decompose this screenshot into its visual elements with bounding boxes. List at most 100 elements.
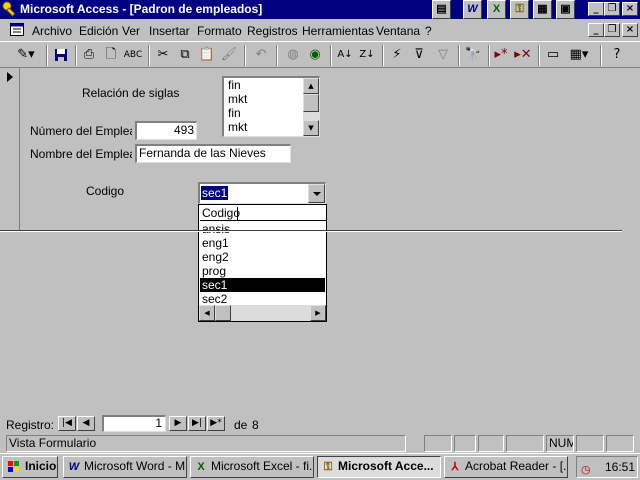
web-toolbar-icon[interactable]: ◉ bbox=[304, 45, 326, 66]
spelling-icon[interactable]: ABC bbox=[122, 45, 144, 66]
start-button[interactable]: Inicio bbox=[2, 456, 58, 478]
insert-hyperlink-icon[interactable]: ◍ bbox=[282, 45, 304, 66]
save-icon[interactable] bbox=[50, 45, 72, 66]
status-panel bbox=[478, 435, 504, 452]
help-icon[interactable]: ? bbox=[606, 45, 628, 66]
nombre-field[interactable]: Fernanda de las Nieves bbox=[135, 144, 291, 163]
word-quick-icon[interactable]: W bbox=[463, 0, 482, 19]
record-selector[interactable] bbox=[2, 68, 20, 230]
restore-button[interactable]: ❐ bbox=[604, 2, 620, 16]
title-bar[interactable]: Microsoft Access - [Padron de empleados]… bbox=[0, 0, 640, 19]
codigo-dropdown-list[interactable]: Codigo ansis eng1 eng2 prog sec1 sec2 ◀ … bbox=[198, 204, 327, 322]
task-excel[interactable]: X Microsoft Excel - fi... bbox=[190, 456, 314, 478]
scroll-thumb[interactable] bbox=[303, 94, 319, 112]
format-painter-icon[interactable]: 🖌 bbox=[218, 45, 240, 66]
excel-icon: X bbox=[197, 461, 205, 473]
scroll-thumb[interactable] bbox=[215, 305, 231, 321]
status-panel bbox=[606, 435, 634, 452]
cut-icon[interactable]: ✂ bbox=[152, 45, 174, 66]
menu-herramientas[interactable]: Herramientas bbox=[302, 24, 374, 38]
minimize-button[interactable]: _ bbox=[588, 2, 604, 16]
dropdown-option[interactable]: ansis bbox=[200, 222, 325, 236]
database-window-icon[interactable]: ▭ bbox=[542, 45, 564, 66]
binder-quick-icon[interactable]: ▦ bbox=[533, 0, 552, 19]
menu-ventana[interactable]: Ventana bbox=[376, 24, 420, 38]
print-icon[interactable]: ⎙ bbox=[78, 45, 100, 66]
word-icon: W bbox=[68, 461, 80, 473]
schedule-quick-icon[interactable]: ▣ bbox=[556, 0, 575, 19]
task-acrobat[interactable]: ⅄ Acrobat Reader - [... bbox=[444, 456, 568, 478]
filter-by-form-icon[interactable]: ⊽ bbox=[408, 45, 430, 66]
notepad-quick-icon[interactable]: ▤ bbox=[432, 0, 451, 19]
filter-by-selection-icon[interactable]: ⚡ bbox=[386, 45, 408, 66]
dropdown-option-selected[interactable]: sec1 bbox=[200, 278, 325, 292]
apply-filter-icon[interactable]: ▽ bbox=[432, 45, 454, 66]
next-record-button[interactable]: ▶ bbox=[169, 416, 187, 431]
delete-record-icon[interactable]: ▸✕ bbox=[512, 45, 534, 66]
form-document-icon[interactable] bbox=[10, 23, 24, 36]
new-object-icon[interactable]: ▦▾ bbox=[564, 45, 594, 66]
menu-formato[interactable]: Formato bbox=[197, 24, 242, 38]
doc-close-button[interactable]: × bbox=[622, 23, 638, 37]
record-number-field[interactable]: 1 bbox=[102, 415, 166, 432]
sort-ascending-icon[interactable]: A↓ bbox=[334, 45, 356, 66]
acrobat-icon: ⅄ bbox=[451, 461, 459, 473]
toolbar: ✎▾ ⎙ 🗋 ABC ✂ ⧉ 📋 🖌 ↶ ◍ ◉ A↓ Z↓ ⚡ ⊽ ▽ 🔭 ▸… bbox=[0, 41, 640, 68]
undo-icon[interactable]: ↶ bbox=[250, 45, 272, 66]
chevron-down-icon bbox=[313, 192, 321, 196]
scheduler-tray-icon[interactable]: ◷ bbox=[581, 460, 591, 480]
doc-restore-button[interactable]: ❐ bbox=[604, 23, 620, 37]
doc-minimize-button[interactable]: _ bbox=[588, 23, 604, 37]
menu-insertar[interactable]: Insertar bbox=[149, 24, 190, 38]
menu-ayuda[interactable]: ? bbox=[425, 24, 432, 38]
task-access[interactable]: ⚿ Microsoft Acce... bbox=[317, 456, 441, 478]
menu-registros[interactable]: Registros bbox=[247, 24, 298, 38]
siglas-label: Relación de siglas bbox=[82, 86, 180, 100]
first-record-button[interactable]: |◀ bbox=[58, 416, 76, 431]
scroll-right-button[interactable]: ▶ bbox=[310, 305, 326, 321]
codigo-label: Codigo bbox=[86, 184, 125, 198]
sort-descending-icon[interactable]: Z↓ bbox=[356, 45, 378, 66]
dropdown-button[interactable] bbox=[308, 184, 325, 203]
last-record-button[interactable]: ▶| bbox=[188, 416, 206, 431]
numero-label: Número del Empleado bbox=[30, 124, 132, 138]
record-total: 8 bbox=[252, 418, 259, 432]
access-icon: ⚿ bbox=[323, 461, 333, 473]
clock[interactable]: 16:51 bbox=[605, 457, 635, 477]
siglas-listbox[interactable]: fin mkt fin mkt ▲ ▼ bbox=[222, 76, 320, 137]
codigo-combobox[interactable]: sec1 bbox=[198, 182, 326, 204]
previous-record-button[interactable]: ◀ bbox=[77, 416, 95, 431]
of-label: de bbox=[234, 418, 248, 432]
excel-quick-icon[interactable]: X bbox=[487, 0, 506, 19]
dropdown-option[interactable]: eng1 bbox=[200, 236, 325, 250]
paste-icon[interactable]: 📋 bbox=[196, 45, 218, 66]
close-button[interactable]: × bbox=[622, 2, 638, 16]
print-preview-icon[interactable]: 🗋 bbox=[100, 45, 122, 66]
record-navigation: Registro: |◀ ◀ 1 ▶ ▶| ▶* de 8 bbox=[0, 412, 640, 434]
scroll-down-button[interactable]: ▼ bbox=[303, 120, 319, 136]
menu-edicion[interactable]: Edición bbox=[79, 24, 118, 38]
dropdown-option[interactable]: prog bbox=[200, 264, 325, 278]
siglas-scrollbar[interactable]: ▲ ▼ bbox=[303, 78, 319, 136]
dropdown-option[interactable]: eng2 bbox=[200, 250, 325, 264]
start-label: Inicio bbox=[25, 459, 57, 473]
section-divider bbox=[0, 230, 622, 232]
scroll-left-button[interactable]: ◀ bbox=[199, 305, 215, 321]
menu-ver[interactable]: Ver bbox=[122, 24, 140, 38]
new-record-icon[interactable]: ▸* bbox=[490, 45, 512, 66]
design-view-icon[interactable]: ✎▾ bbox=[10, 45, 42, 66]
new-record-nav-button[interactable]: ▶* bbox=[207, 416, 225, 431]
dropdown-option[interactable]: sec2 bbox=[200, 292, 325, 306]
copy-icon[interactable]: ⧉ bbox=[174, 45, 196, 66]
access-quick-icon[interactable]: ⚿ bbox=[510, 0, 529, 19]
dropdown-column-header: Codigo bbox=[200, 207, 327, 221]
taskbar: Inicio W Microsoft Word - M... X Microso… bbox=[0, 453, 640, 480]
task-label: Microsoft Acce... bbox=[338, 459, 434, 473]
access-key-icon[interactable] bbox=[2, 1, 18, 17]
dropdown-hscrollbar[interactable]: ◀ ▶ bbox=[199, 305, 326, 321]
task-word[interactable]: W Microsoft Word - M... bbox=[63, 456, 187, 478]
find-icon[interactable]: 🔭 bbox=[462, 45, 484, 66]
menu-archivo[interactable]: Archivo bbox=[32, 24, 72, 38]
scroll-up-button[interactable]: ▲ bbox=[303, 78, 319, 94]
numero-field[interactable]: 493 bbox=[135, 121, 197, 140]
